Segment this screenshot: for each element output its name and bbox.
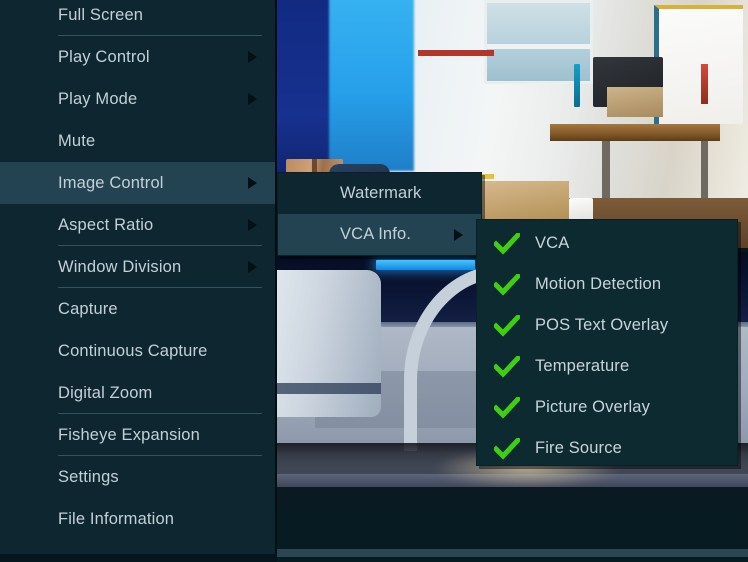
menu-item-label: Full Screen [58, 5, 144, 24]
menu-item-mute[interactable]: Mute [0, 120, 275, 162]
menu-item-full-screen[interactable]: Full Screen [0, 0, 275, 36]
image-control-submenu[interactable]: Watermark VCA Info. [277, 172, 482, 256]
chevron-right-icon [248, 219, 257, 231]
player-toolbar-area [277, 510, 748, 552]
vca-item-label: POS Text Overlay [535, 316, 669, 334]
menu-item-label: Play Mode [58, 89, 138, 108]
chevron-right-icon [248, 93, 257, 105]
vca-item-label: Motion Detection [535, 275, 662, 293]
vca-item-picture-overlay[interactable]: Picture Overlay [477, 387, 737, 428]
check-icon [494, 355, 520, 378]
menu-item-label: Aspect Ratio [58, 215, 154, 234]
menu-item-play-mode[interactable]: Play Mode [0, 78, 275, 120]
check-icon [494, 273, 520, 296]
vca-item-label: Picture Overlay [535, 398, 651, 416]
check-icon [494, 232, 520, 255]
menu-item-label: Continuous Capture [58, 341, 208, 360]
vca-item-motion-detection[interactable]: Motion Detection [477, 264, 737, 305]
menu-item-aspect-ratio[interactable]: Aspect Ratio [0, 204, 275, 246]
chevron-right-icon [454, 228, 463, 241]
check-icon [494, 437, 520, 460]
menu-item-capture[interactable]: Capture [0, 288, 275, 330]
menu-item-settings[interactable]: Settings [0, 456, 275, 498]
menu-item-label: Capture [58, 299, 118, 318]
menu-item-image-control[interactable]: Image Control [0, 162, 275, 204]
submenu-item-watermark[interactable]: Watermark [278, 173, 481, 214]
application-window: Full Screen Play Control Play Mode Mute … [0, 0, 748, 562]
menu-item-label: Fisheye Expansion [58, 425, 200, 444]
right-click-context-menu[interactable]: Full Screen Play Control Play Mode Mute … [0, 0, 277, 554]
vca-item-fire-source[interactable]: Fire Source [477, 428, 737, 469]
player-progress-rail[interactable] [277, 549, 748, 557]
vca-item-label: VCA [535, 234, 570, 252]
check-icon [494, 396, 520, 419]
menu-item-label: Window Division [58, 257, 182, 276]
check-icon [494, 314, 520, 337]
menu-item-label: Mute [58, 131, 96, 150]
vca-item-label: Fire Source [535, 439, 622, 457]
menu-item-window-division[interactable]: Window Division [0, 246, 275, 288]
menu-item-play-control[interactable]: Play Control [0, 36, 275, 78]
chevron-right-icon [248, 177, 257, 189]
menu-item-label: Play Control [58, 47, 150, 66]
window-bottom-edge [277, 557, 748, 562]
menu-item-label: Image Control [58, 173, 164, 192]
chevron-right-icon [248, 261, 257, 273]
vca-info-submenu[interactable]: VCA Motion Detection POS Text Overlay Te… [476, 219, 738, 466]
menu-item-continuous-capture[interactable]: Continuous Capture [0, 330, 275, 372]
menu-item-fisheye-expansion[interactable]: Fisheye Expansion [0, 414, 275, 456]
menu-item-file-information[interactable]: File Information [0, 498, 275, 540]
menu-item-digital-zoom[interactable]: Digital Zoom [0, 372, 275, 414]
submenu-item-label: VCA Info. [340, 225, 412, 243]
vca-item-label: Temperature [535, 357, 630, 375]
chevron-right-icon [248, 51, 257, 63]
submenu-item-label: Watermark [340, 184, 422, 202]
vca-item-pos-text-overlay[interactable]: POS Text Overlay [477, 305, 737, 346]
vca-item-temperature[interactable]: Temperature [477, 346, 737, 387]
vca-item-vca[interactable]: VCA [477, 223, 737, 264]
menu-item-label: Digital Zoom [58, 383, 153, 402]
submenu-item-vca-info[interactable]: VCA Info. [278, 214, 481, 255]
menu-item-label: Settings [58, 467, 119, 486]
menu-item-label: File Information [58, 509, 175, 528]
